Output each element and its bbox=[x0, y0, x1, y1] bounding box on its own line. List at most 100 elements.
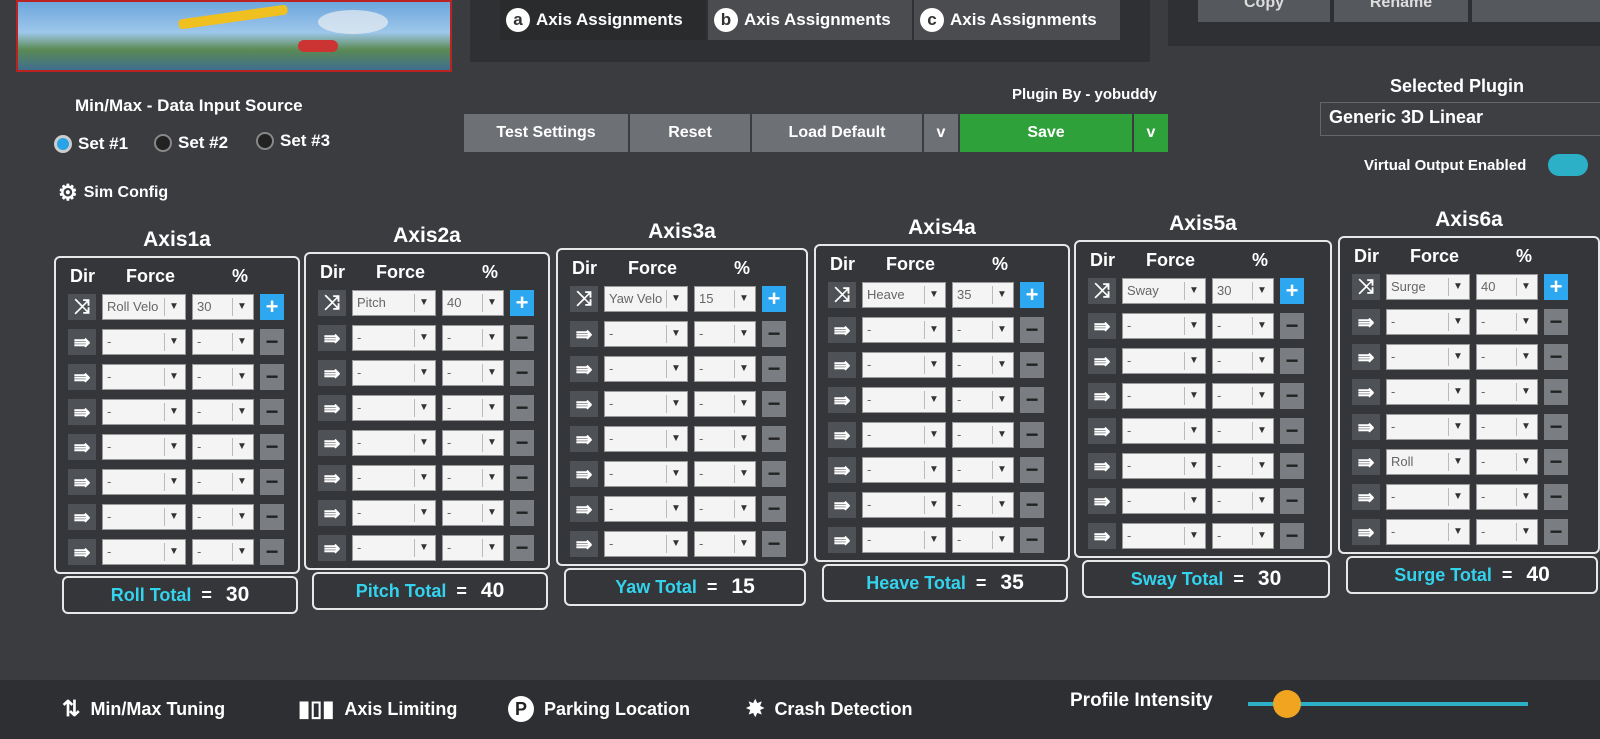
percent-select[interactable]: - ▼ bbox=[1476, 449, 1538, 475]
force-select[interactable]: Yaw Velo ▼ bbox=[604, 286, 688, 312]
minus-icon[interactable]: − bbox=[1020, 352, 1044, 378]
plus-icon[interactable]: + bbox=[762, 286, 786, 312]
percent-select[interactable]: 15 ▼ bbox=[694, 286, 756, 312]
save-button[interactable]: Save bbox=[960, 114, 1134, 152]
percent-select[interactable]: 30 ▼ bbox=[192, 294, 254, 320]
tab-axis-b[interactable]: b Axis Assignments bbox=[708, 0, 912, 40]
rename-button[interactable]: Rename bbox=[1334, 0, 1468, 22]
arrow-right-icon[interactable]: ⇛ bbox=[1088, 313, 1116, 339]
percent-select[interactable]: - ▼ bbox=[192, 504, 254, 530]
minus-icon[interactable]: − bbox=[1280, 418, 1304, 444]
force-select[interactable]: - ▼ bbox=[862, 352, 946, 378]
percent-select[interactable]: - ▼ bbox=[192, 434, 254, 460]
minus-icon[interactable]: − bbox=[1544, 519, 1568, 545]
load-default-dropdown[interactable]: v bbox=[924, 114, 960, 152]
force-select[interactable]: - ▼ bbox=[604, 426, 688, 452]
shuffle-icon[interactable]: ⤨ bbox=[318, 290, 346, 316]
force-select[interactable]: - ▼ bbox=[604, 531, 688, 557]
percent-select[interactable]: - ▼ bbox=[442, 535, 504, 561]
percent-select[interactable]: - ▼ bbox=[442, 430, 504, 456]
percent-select[interactable]: - ▼ bbox=[1476, 484, 1538, 510]
force-select[interactable]: - ▼ bbox=[102, 504, 186, 530]
percent-select[interactable]: 40 ▼ bbox=[442, 290, 504, 316]
arrow-right-icon[interactable]: ⇛ bbox=[68, 364, 96, 390]
percent-select[interactable]: 40 ▼ bbox=[1476, 274, 1538, 300]
arrow-right-icon[interactable]: ⇛ bbox=[68, 399, 96, 425]
minus-icon[interactable]: − bbox=[1020, 457, 1044, 483]
minus-icon[interactable]: − bbox=[1020, 492, 1044, 518]
test-settings-button[interactable]: Test Settings bbox=[464, 114, 630, 152]
arrow-right-icon[interactable]: ⇛ bbox=[1352, 449, 1380, 475]
arrow-right-icon[interactable]: ⇛ bbox=[1352, 414, 1380, 440]
shuffle-icon[interactable]: ⤨ bbox=[1088, 278, 1116, 304]
plus-icon[interactable]: + bbox=[510, 290, 534, 316]
virtual-output-toggle[interactable] bbox=[1548, 154, 1588, 176]
force-select[interactable]: - ▼ bbox=[1386, 344, 1470, 370]
percent-select[interactable]: - ▼ bbox=[1476, 414, 1538, 440]
minus-icon[interactable]: − bbox=[1280, 488, 1304, 514]
radio-set-3[interactable]: Set #3 bbox=[256, 131, 330, 151]
plus-icon[interactable]: + bbox=[1544, 274, 1568, 300]
force-select[interactable]: Surge ▼ bbox=[1386, 274, 1470, 300]
minus-icon[interactable]: − bbox=[762, 391, 786, 417]
percent-select[interactable]: - ▼ bbox=[192, 329, 254, 355]
parking-location-button[interactable]: P Parking Location bbox=[508, 696, 690, 722]
minus-icon[interactable]: − bbox=[762, 426, 786, 452]
arrow-right-icon[interactable]: ⇛ bbox=[318, 465, 346, 491]
reset-button[interactable]: Reset bbox=[630, 114, 752, 152]
force-select[interactable]: - ▼ bbox=[862, 387, 946, 413]
shuffle-icon[interactable]: ⤨ bbox=[68, 294, 96, 320]
percent-select[interactable]: - ▼ bbox=[694, 496, 756, 522]
arrow-right-icon[interactable]: ⇛ bbox=[68, 469, 96, 495]
force-select[interactable]: - ▼ bbox=[352, 465, 436, 491]
percent-select[interactable]: - ▼ bbox=[952, 317, 1014, 343]
force-select[interactable]: - ▼ bbox=[352, 395, 436, 421]
force-select[interactable]: - ▼ bbox=[604, 356, 688, 382]
arrow-right-icon[interactable]: ⇛ bbox=[1088, 453, 1116, 479]
tab-axis-c[interactable]: c Axis Assignments bbox=[914, 0, 1120, 40]
percent-select[interactable]: - ▼ bbox=[1212, 453, 1274, 479]
percent-select[interactable]: - ▼ bbox=[952, 422, 1014, 448]
arrow-right-icon[interactable]: ⇛ bbox=[318, 430, 346, 456]
radio-set-1[interactable]: Set #1 bbox=[54, 134, 128, 154]
percent-select[interactable]: - ▼ bbox=[952, 352, 1014, 378]
arrow-right-icon[interactable]: ⇛ bbox=[570, 426, 598, 452]
minus-icon[interactable]: − bbox=[1020, 387, 1044, 413]
profile-action-button[interactable] bbox=[1472, 0, 1600, 22]
tab-axis-a[interactable]: a Axis Assignments bbox=[500, 0, 706, 40]
percent-select[interactable]: - ▼ bbox=[442, 465, 504, 491]
minus-icon[interactable]: − bbox=[762, 321, 786, 347]
force-select[interactable]: - ▼ bbox=[1122, 348, 1206, 374]
force-select[interactable]: - ▼ bbox=[102, 399, 186, 425]
percent-select[interactable]: - ▼ bbox=[1476, 519, 1538, 545]
arrow-right-icon[interactable]: ⇛ bbox=[1352, 344, 1380, 370]
arrow-right-icon[interactable]: ⇛ bbox=[318, 500, 346, 526]
minus-icon[interactable]: − bbox=[1544, 344, 1568, 370]
arrow-right-icon[interactable]: ⇛ bbox=[68, 539, 96, 565]
force-select[interactable]: - ▼ bbox=[604, 391, 688, 417]
minmax-tuning-button[interactable]: ⇅ Min/Max Tuning bbox=[62, 696, 225, 722]
arrow-right-icon[interactable]: ⇛ bbox=[1352, 309, 1380, 335]
minus-icon[interactable]: − bbox=[1544, 379, 1568, 405]
arrow-right-icon[interactable]: ⇛ bbox=[828, 422, 856, 448]
copy-button[interactable]: Copy bbox=[1198, 0, 1330, 22]
minus-icon[interactable]: − bbox=[1020, 317, 1044, 343]
minus-icon[interactable]: − bbox=[1280, 313, 1304, 339]
force-select[interactable]: - ▼ bbox=[102, 329, 186, 355]
arrow-right-icon[interactable]: ⇛ bbox=[1088, 488, 1116, 514]
percent-select[interactable]: - ▼ bbox=[192, 364, 254, 390]
force-select[interactable]: - ▼ bbox=[1122, 523, 1206, 549]
force-select[interactable]: - ▼ bbox=[862, 457, 946, 483]
minus-icon[interactable]: − bbox=[1544, 414, 1568, 440]
percent-select[interactable]: 35 ▼ bbox=[952, 282, 1014, 308]
minus-icon[interactable]: − bbox=[510, 325, 534, 351]
arrow-right-icon[interactable]: ⇛ bbox=[570, 321, 598, 347]
arrow-right-icon[interactable]: ⇛ bbox=[828, 492, 856, 518]
minus-icon[interactable]: − bbox=[1544, 484, 1568, 510]
plus-icon[interactable]: + bbox=[1280, 278, 1304, 304]
percent-select[interactable]: 30 ▼ bbox=[1212, 278, 1274, 304]
arrow-right-icon[interactable]: ⇛ bbox=[1352, 519, 1380, 545]
minus-icon[interactable]: − bbox=[762, 461, 786, 487]
minus-icon[interactable]: − bbox=[762, 531, 786, 557]
force-select[interactable]: - ▼ bbox=[604, 461, 688, 487]
